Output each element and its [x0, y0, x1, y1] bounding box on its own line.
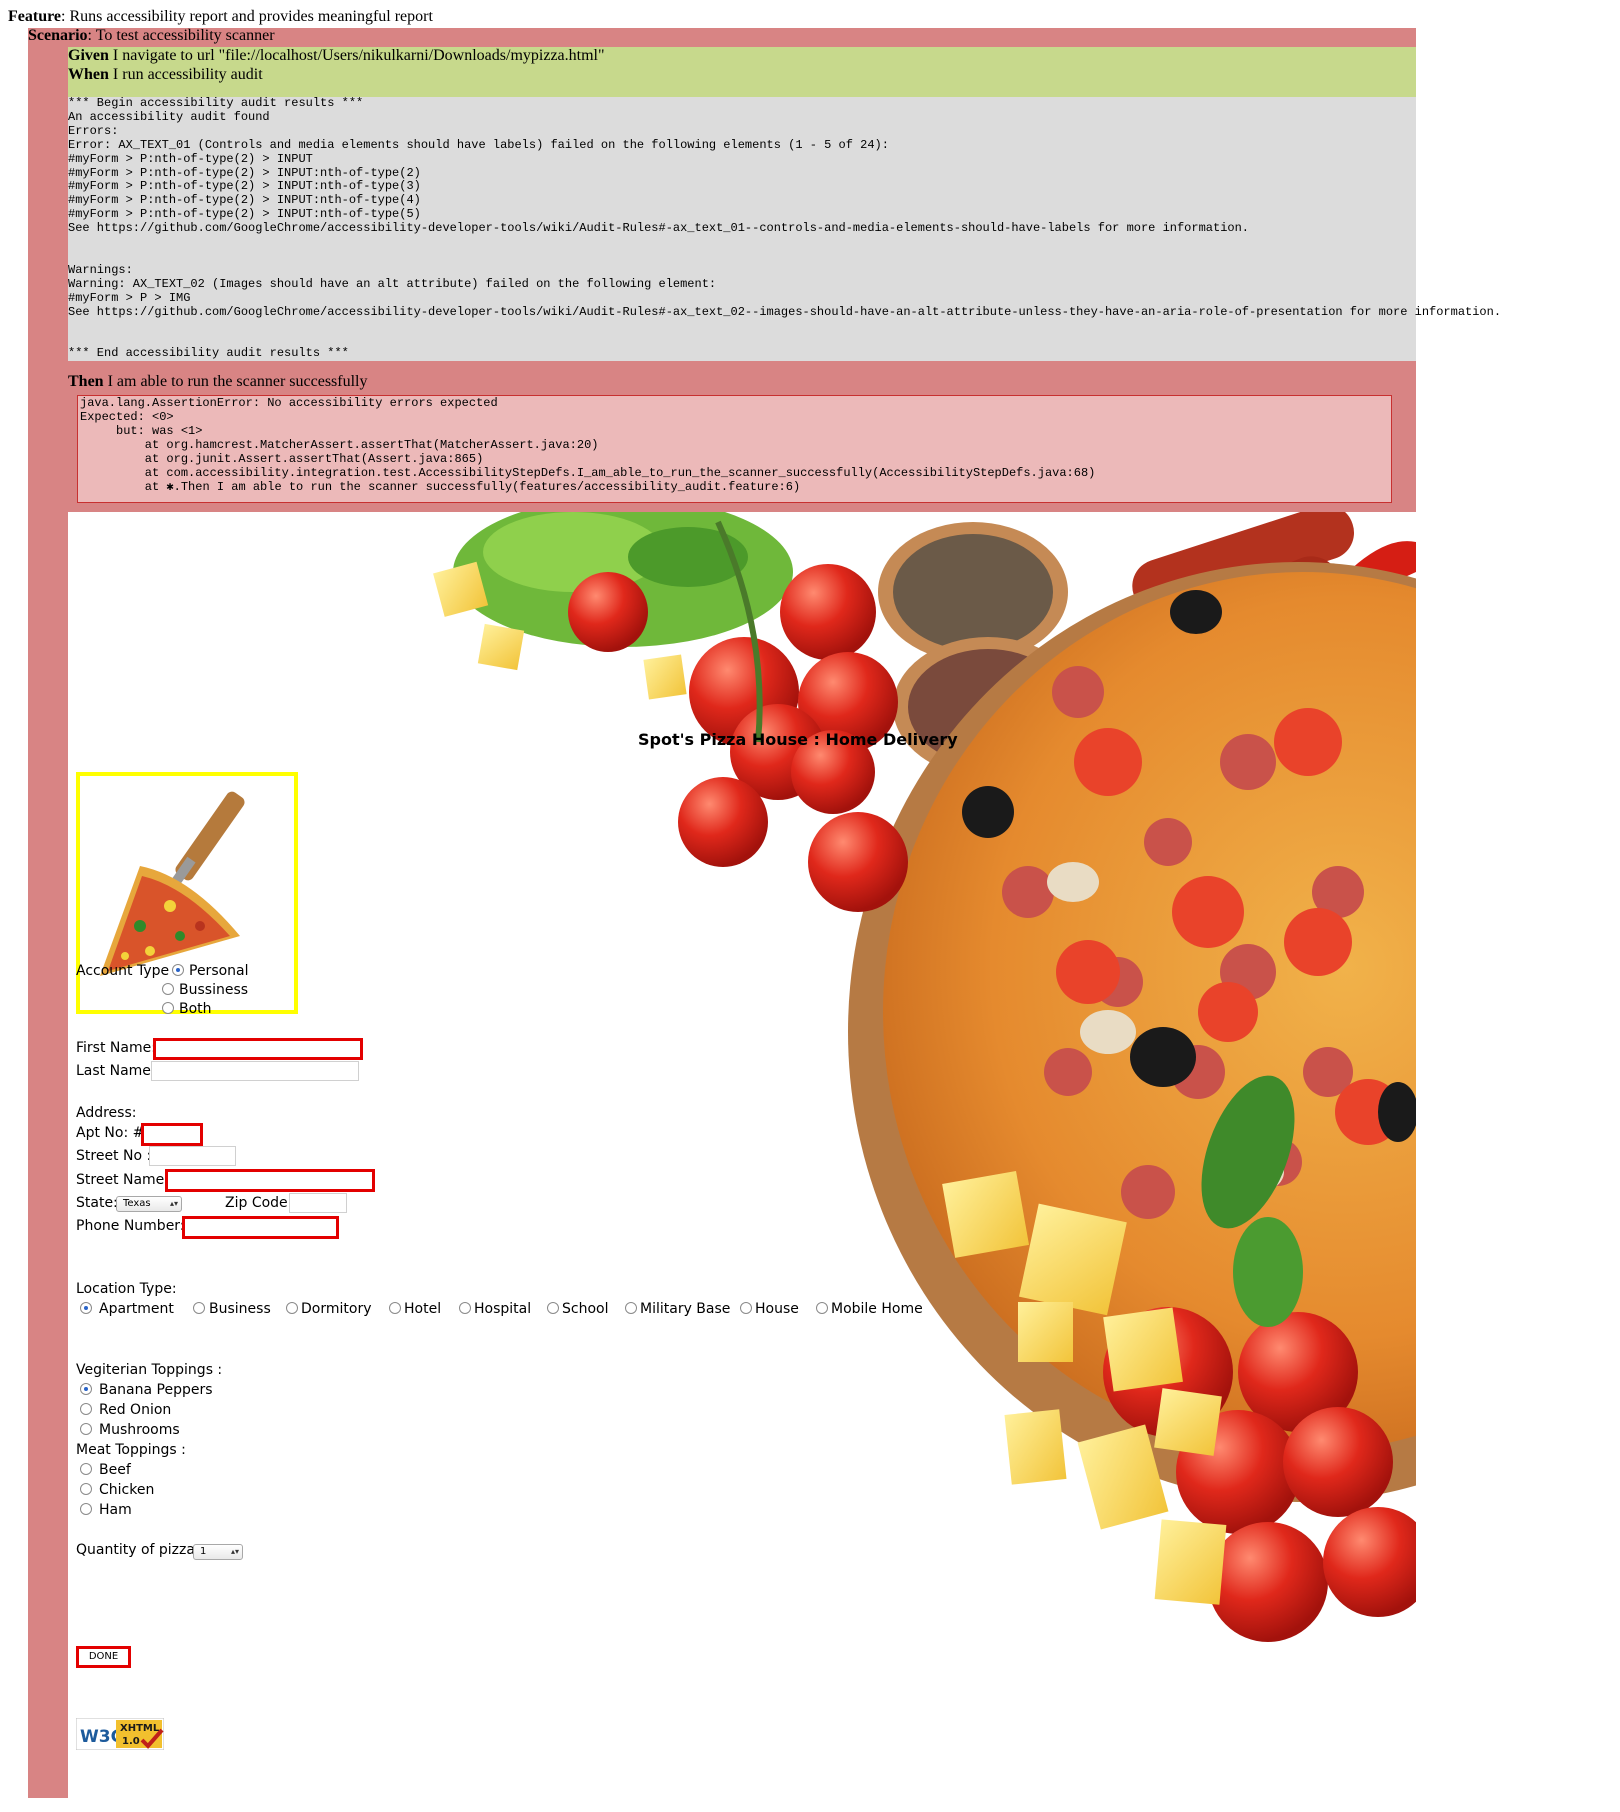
zip-code-label: Zip Code:	[225, 1195, 293, 1211]
location-house-radio[interactable]	[740, 1302, 752, 1314]
topping-banana-peppers-radio[interactable]	[80, 1383, 92, 1395]
topping-chicken-radio[interactable]	[80, 1483, 92, 1495]
location-hotel-radio[interactable]	[389, 1302, 401, 1314]
quantity-select[interactable]: 1 ▴▾	[193, 1544, 243, 1560]
meat-toppings-label: Meat Toppings :	[76, 1442, 186, 1458]
topping-banana-peppers-label: Banana Peppers	[99, 1382, 213, 1398]
topping-beef-label: Beef	[99, 1462, 131, 1478]
when-step: When I run accessibility audit	[68, 66, 263, 84]
street-name-label: Street Name:	[76, 1172, 170, 1188]
state-label: State:	[76, 1195, 118, 1211]
then-text: I am able to run the scanner successfull…	[103, 373, 368, 390]
address-label: Address:	[76, 1105, 137, 1121]
topping-ham-radio[interactable]	[80, 1503, 92, 1515]
state-select[interactable]: Texas ▴▾	[116, 1196, 182, 1212]
first-name-label: First Name:	[76, 1040, 156, 1056]
account-type-both-label: Both	[179, 1001, 212, 1017]
pizza-background-photo	[68, 512, 1416, 1680]
street-no-field[interactable]	[149, 1146, 236, 1166]
account-type-personal-label: Personal	[189, 963, 249, 979]
location-school-radio[interactable]	[547, 1302, 559, 1314]
then-step: Then I am able to run the scanner succes…	[68, 373, 367, 391]
account-type-both-radio[interactable]	[162, 1002, 174, 1014]
location-business-radio[interactable]	[193, 1302, 205, 1314]
given-step: Given I navigate to url "file://localhos…	[68, 47, 605, 65]
location-business-label: Business	[209, 1301, 271, 1317]
phone-number-label: Phone Number:	[76, 1218, 185, 1234]
select-arrows-icon: ▴▾	[169, 1199, 178, 1208]
scenario-keyword: Scenario	[28, 27, 88, 44]
location-hospital-radio[interactable]	[459, 1302, 471, 1314]
feature-keyword: Feature	[8, 8, 62, 25]
error-output: java.lang.AssertionError: No accessibili…	[80, 396, 1096, 494]
location-military-base-label: Military Base	[640, 1301, 731, 1317]
location-apartment-radio[interactable]	[80, 1302, 92, 1314]
topping-red-onion-radio[interactable]	[80, 1403, 92, 1415]
location-hotel-label: Hotel	[404, 1301, 442, 1317]
feature-line: Feature: Runs accessibility report and p…	[8, 8, 433, 26]
when-text: I run accessibility audit	[108, 66, 263, 83]
given-keyword: Given	[68, 47, 109, 64]
street-no-label: Street No :	[76, 1148, 152, 1164]
topping-beef-radio[interactable]	[80, 1463, 92, 1475]
scenario-text: : To test accessibility scanner	[87, 27, 275, 44]
phone-number-field[interactable]	[182, 1216, 339, 1239]
w3c-xhtml-badge[interactable]: W3C XHTML 1.0	[76, 1718, 164, 1750]
xhtml-version-text: 1.0	[122, 1736, 140, 1747]
then-keyword: Then	[68, 373, 104, 390]
topping-chicken-label: Chicken	[99, 1482, 155, 1498]
location-apartment-label: Apartment	[99, 1301, 174, 1317]
audit-output: *** Begin accessibility audit results **…	[68, 96, 1502, 361]
select-arrows-icon: ▴▾	[230, 1547, 239, 1556]
location-mobile-home-label: Mobile Home	[831, 1301, 923, 1317]
first-name-field[interactable]	[153, 1038, 363, 1060]
veg-toppings-label: Vegiterian Toppings :	[76, 1362, 223, 1378]
quantity-select-value: 1	[200, 1546, 207, 1557]
account-type-label: Account Type :	[76, 963, 179, 979]
account-type-business-radio[interactable]	[162, 983, 174, 995]
apt-no-label: Apt No: #	[76, 1125, 145, 1141]
feature-text: : Runs accessibility report and provides…	[61, 8, 433, 25]
account-type-personal-radio[interactable]	[172, 964, 184, 976]
location-dormitory-radio[interactable]	[286, 1302, 298, 1314]
zip-code-field[interactable]	[289, 1193, 347, 1213]
apt-no-field[interactable]	[141, 1123, 203, 1146]
location-military-base-radio[interactable]	[625, 1302, 637, 1314]
last-name-label: Last Name:	[76, 1063, 156, 1079]
account-type-business-label: Bussiness	[179, 982, 249, 998]
topping-ham-label: Ham	[99, 1502, 132, 1518]
location-school-label: School	[562, 1301, 609, 1317]
topping-mushrooms-label: Mushrooms	[99, 1422, 180, 1438]
xhtml-text: XHTML	[120, 1723, 160, 1734]
location-type-label: Location Type:	[76, 1281, 177, 1297]
street-name-field[interactable]	[165, 1169, 375, 1192]
page-screenshot: Spot's Pizza House : Home Delivery Accou…	[68, 512, 1416, 1798]
topping-red-onion-label: Red Onion	[99, 1402, 172, 1418]
done-button[interactable]: DONE	[76, 1646, 131, 1668]
location-house-label: House	[755, 1301, 799, 1317]
location-dormitory-label: Dormitory	[301, 1301, 372, 1317]
state-select-value: Texas	[123, 1198, 151, 1209]
given-text: I navigate to url "file://localhost/User…	[108, 47, 605, 64]
topping-mushrooms-radio[interactable]	[80, 1423, 92, 1435]
last-name-field[interactable]	[151, 1061, 359, 1081]
scenario-line: Scenario: To test accessibility scanner	[28, 27, 275, 45]
when-keyword: When	[68, 66, 109, 83]
quantity-label: Quantity of pizzas	[76, 1542, 203, 1558]
location-mobile-home-radio[interactable]	[816, 1302, 828, 1314]
page-title: Spot's Pizza House : Home Delivery	[638, 730, 958, 749]
location-hospital-label: Hospital	[474, 1301, 532, 1317]
